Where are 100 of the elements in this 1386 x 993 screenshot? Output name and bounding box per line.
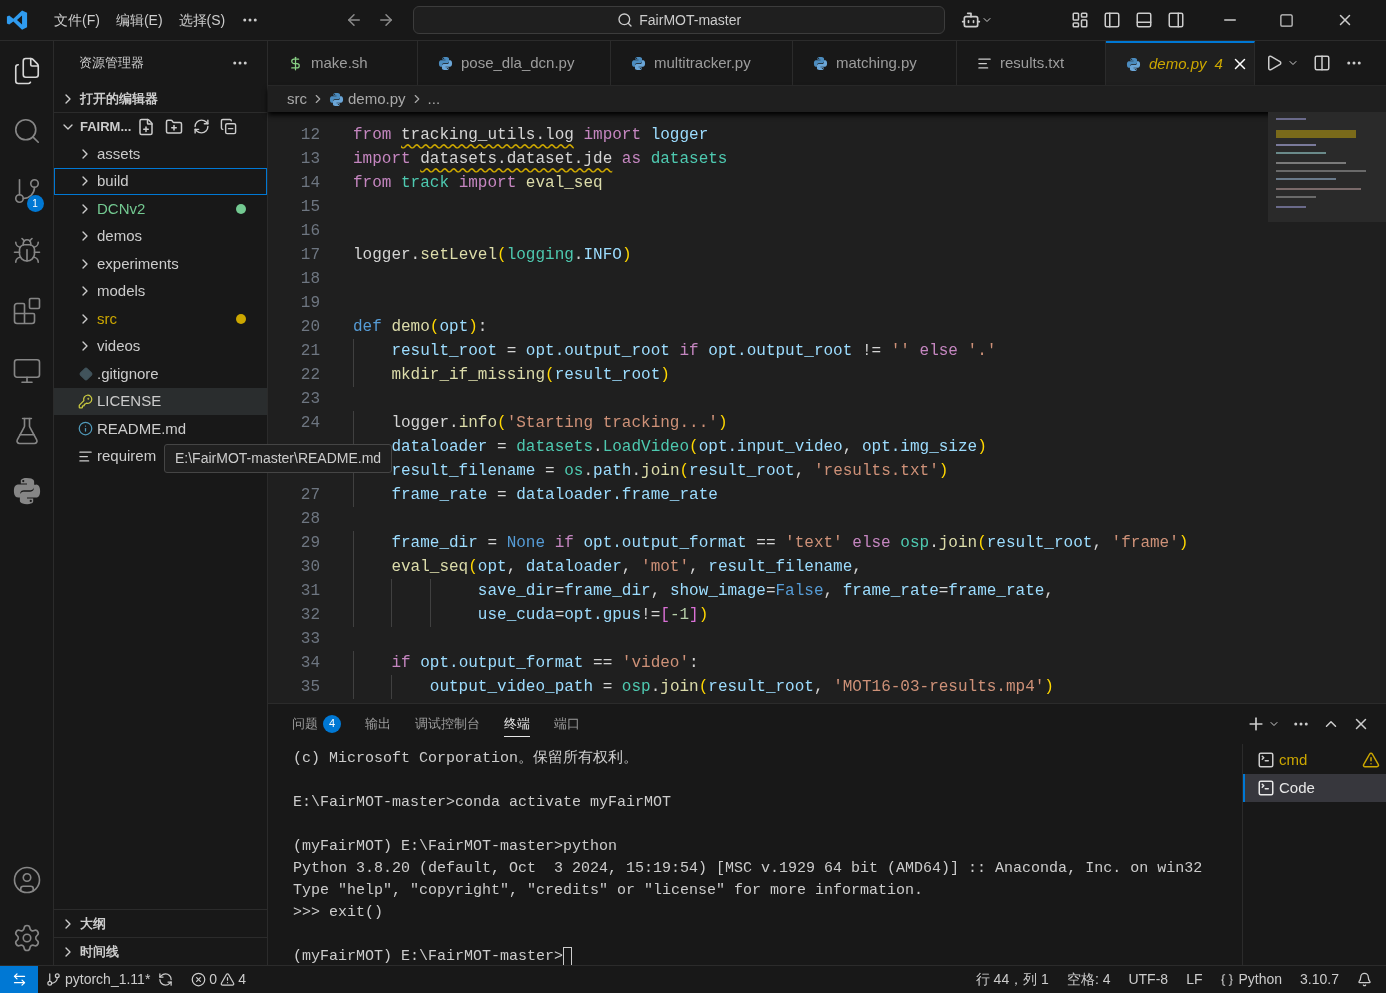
breadcrumb-item[interactable]: demo.py	[348, 87, 406, 111]
run-icon[interactable]	[1265, 54, 1283, 72]
code-line: result_root = opt.output_root if opt.output_root != '' else '.'	[390, 342, 997, 360]
code-line: mkdir_if_missing(result_root)	[390, 366, 670, 384]
status-item[interactable]: 3.10.7	[1300, 969, 1339, 990]
line-number: 35	[300, 678, 320, 696]
warning-icon	[1362, 751, 1380, 769]
sync-icon[interactable]	[158, 972, 174, 987]
remote-button[interactable]	[0, 966, 38, 993]
status-item[interactable]: UTF-8	[1128, 969, 1169, 990]
collapse-all-icon[interactable]	[220, 118, 238, 135]
code-line: save_dir=frame_dir, show_image=False, frame_rate=frame_rate,	[476, 582, 1054, 600]
search-value: FairMOT-master	[639, 10, 742, 30]
status-item[interactable]: 行 44，列 1	[975, 969, 1049, 990]
extensions-icon	[11, 296, 42, 326]
maximize-icon[interactable]	[1279, 12, 1295, 28]
line-number: 29	[300, 534, 320, 552]
new-folder-icon[interactable]	[165, 117, 184, 136]
tree-item[interactable]: models	[54, 277, 267, 305]
editor-tab[interactable]: multitracker.py	[611, 41, 793, 85]
line-number: 20	[300, 318, 320, 336]
line-number: 32	[300, 606, 320, 624]
split-editor-icon[interactable]	[1313, 54, 1331, 72]
app-logo	[6, 9, 28, 31]
panel-tab[interactable]: 问题 4	[292, 711, 341, 737]
tree-item-label: LICENSE	[97, 391, 163, 411]
line-number: 14	[300, 174, 320, 192]
activity-bar-item[interactable]: 1	[0, 161, 54, 221]
branch-icon	[46, 972, 61, 987]
panel-tab[interactable]: 调试控制台	[415, 711, 480, 737]
tree-item[interactable]: experiments	[54, 250, 267, 278]
problems-item[interactable]: 0 4	[191, 969, 246, 990]
tooltip: E:\FairMOT-master\README.md	[164, 444, 393, 473]
tree-item[interactable]: demos	[54, 222, 267, 250]
tree-item[interactable]: .gitignore	[54, 360, 267, 388]
tree-item[interactable]: README.md	[54, 415, 267, 443]
tree-item[interactable]: build	[54, 167, 267, 195]
tree-item[interactable]: DCNv2	[54, 195, 267, 223]
editor-tab[interactable]: make.sh	[268, 41, 418, 85]
terminal-list-item[interactable]: Code	[1243, 774, 1386, 802]
panel-toggle-icon[interactable]	[1135, 11, 1154, 29]
secondary-sidebar-icon[interactable]	[1167, 11, 1186, 29]
language-item[interactable]: Python	[1220, 969, 1283, 990]
python-icon	[11, 476, 42, 506]
status-item[interactable]: LF	[1186, 969, 1203, 990]
python-icon	[813, 55, 828, 71]
breadcrumb-item[interactable]: ...	[427, 87, 441, 111]
menu-item[interactable]: 编辑(E)	[107, 9, 171, 31]
tab-label: make.sh	[311, 52, 368, 73]
git-icon	[79, 366, 93, 381]
tree-item[interactable]: assets	[54, 140, 267, 168]
tree-item[interactable]: src	[54, 305, 267, 333]
terminal-line: Type "help", "copyright", "credits" or "license" for more information.	[293, 881, 924, 901]
sidebar-toggle-icon[interactable]	[1103, 11, 1122, 29]
line-number: 21	[300, 342, 320, 360]
editor-tab[interactable]: demo.py 4	[1106, 41, 1255, 85]
editor-tab[interactable]: matching.py	[793, 41, 957, 85]
terminal-name: cmd	[1279, 749, 1309, 770]
section-header[interactable]: 时间线	[60, 941, 119, 962]
tree-item[interactable]: LICENSE	[54, 387, 267, 415]
remote-icon	[11, 972, 27, 987]
line-number: 30	[300, 558, 320, 576]
warning-icon	[220, 972, 236, 987]
panel-tab[interactable]: 终端	[504, 711, 530, 737]
panel-tab[interactable]: 输出	[365, 711, 391, 737]
branch-item[interactable]: pytorch_1.11*	[46, 969, 151, 990]
code-line: dataloader = datasets.LoadVideo(opt.input_video, opt.img_size)	[390, 438, 987, 456]
tree-item-label: assets	[97, 143, 142, 164]
editor-tab[interactable]: pose_dla_dcn.py	[418, 41, 611, 85]
info-icon	[78, 421, 93, 437]
line-number: 24	[300, 414, 320, 432]
menu-item[interactable]: 选择(S)	[170, 9, 234, 31]
code-line: if opt.output_format == 'video':	[390, 654, 699, 672]
python-icon	[631, 55, 646, 71]
status-item[interactable]: 空格: 4	[1066, 969, 1111, 990]
terminal-name: Code	[1279, 777, 1316, 798]
refresh-icon[interactable]	[193, 118, 211, 135]
code-line: from track import eval_seq	[353, 174, 603, 192]
error-count: 0	[209, 970, 218, 989]
layout-icon[interactable]	[1071, 11, 1090, 29]
new-file-icon[interactable]	[137, 117, 156, 136]
breadcrumb-item[interactable]: src	[287, 87, 307, 111]
panel-tab[interactable]: 端口	[554, 711, 580, 737]
section-header[interactable]: 打开的编辑器	[60, 88, 158, 109]
tree-item-label: videos	[97, 336, 142, 356]
line-number: 27	[300, 486, 320, 504]
tree-item-label: DCNv2	[97, 198, 147, 219]
text-lines-icon	[78, 448, 93, 464]
count-badge: 1	[26, 195, 44, 212]
code-line: from tracking_utils.log import logger	[353, 126, 709, 144]
bell-icon[interactable]	[1357, 972, 1372, 987]
tab-label: matching.py	[836, 52, 917, 73]
tree-item-label: demos	[97, 226, 144, 246]
folder-header[interactable]: FAIRM...	[60, 116, 132, 137]
line-number: 13	[300, 150, 320, 168]
menu-item[interactable]: 文件(F)	[46, 9, 108, 31]
command-search-field[interactable]: FairMOT-master	[413, 6, 946, 34]
tree-item[interactable]: videos	[54, 332, 267, 360]
terminal-list-item[interactable]: cmd	[1243, 746, 1386, 774]
section-header[interactable]: 大纲	[60, 913, 106, 934]
